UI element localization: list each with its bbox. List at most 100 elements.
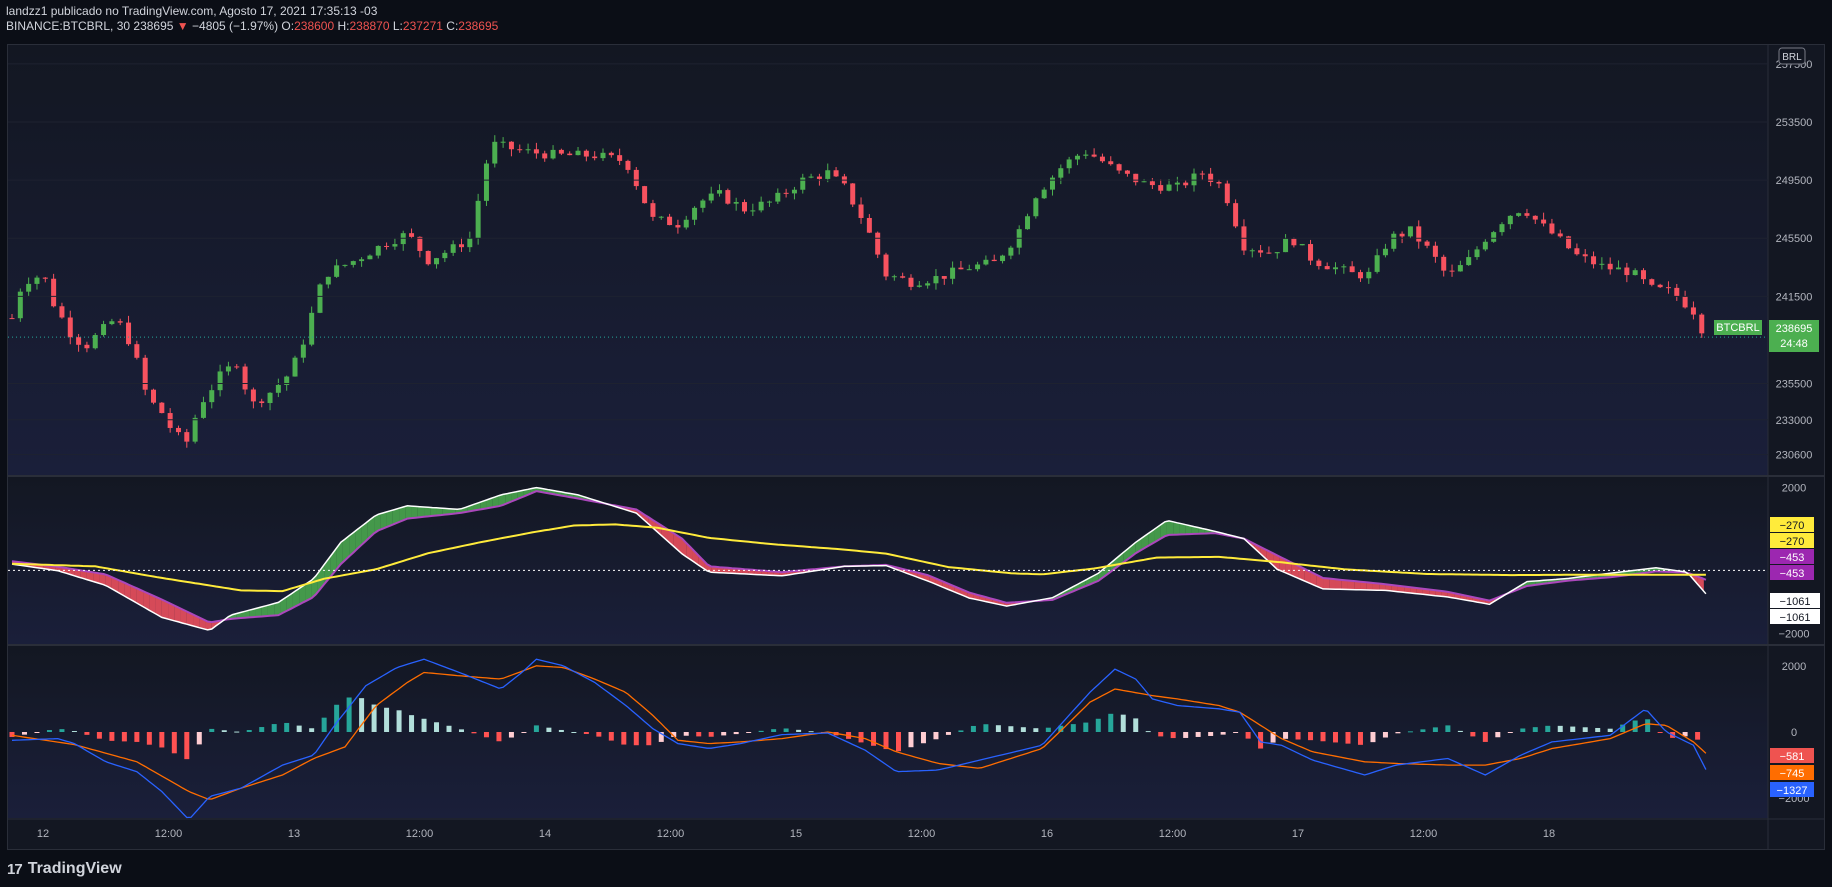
- candle-body: [1083, 154, 1089, 156]
- histogram-bar: [758, 730, 764, 732]
- candle-body: [1224, 183, 1230, 204]
- candle: [292, 355, 298, 377]
- candle-body: [508, 141, 514, 150]
- candle-body: [359, 259, 365, 262]
- candle-body: [1199, 173, 1205, 175]
- candle-body: [384, 245, 390, 247]
- histogram-bar: [209, 728, 215, 732]
- candle-body: [875, 232, 881, 255]
- histogram-bar: [558, 729, 564, 732]
- candle-body: [617, 155, 623, 161]
- candle-body: [808, 176, 814, 178]
- histogram-bar: [970, 725, 976, 732]
- candle-body: [1549, 223, 1555, 234]
- candle-body: [1624, 267, 1630, 276]
- candle-body: [1649, 279, 1655, 285]
- candle-body: [608, 152, 614, 156]
- histogram-bar: [1045, 727, 1051, 732]
- candle-body: [1449, 270, 1455, 272]
- histogram-bar: [1545, 725, 1551, 732]
- candle-body: [1432, 245, 1438, 257]
- tradingview-logo[interactable]: 17 TradingView: [7, 858, 122, 880]
- osc-tag: −270: [1780, 520, 1805, 532]
- candle-body: [575, 150, 581, 156]
- macd-tick-label: 0: [1791, 727, 1797, 739]
- candle-body: [758, 201, 764, 211]
- histogram-bar: [1457, 730, 1463, 732]
- osc-tag: −1061: [1780, 596, 1811, 608]
- histogram-bar: [1320, 732, 1326, 742]
- candle-body: [1682, 296, 1688, 308]
- candle-body: [101, 324, 107, 336]
- candle-body: [991, 259, 997, 262]
- histogram-bar: [1570, 726, 1576, 732]
- macd-tag: −745: [1780, 768, 1805, 780]
- candle-body: [1166, 184, 1172, 191]
- candle-body: [51, 278, 57, 307]
- histogram-bar: [184, 732, 190, 760]
- candle: [192, 414, 198, 444]
- candle-body: [1482, 241, 1488, 250]
- candle-body: [800, 177, 806, 190]
- candle-body: [134, 344, 140, 358]
- candle-body: [975, 264, 981, 270]
- histogram-bar: [1520, 728, 1526, 732]
- close-value: 238695: [458, 19, 499, 33]
- histogram-bar: [1345, 732, 1351, 744]
- candle-body: [409, 233, 415, 237]
- histogram-bar: [1020, 727, 1026, 732]
- candle-body: [1374, 255, 1380, 272]
- symbol-label: BINANCE:BTCBRL, 30: [6, 19, 131, 33]
- candle-body: [667, 216, 673, 226]
- candle-body: [192, 417, 198, 442]
- histogram-bar: [1183, 732, 1189, 738]
- open-label: O:: [281, 19, 295, 33]
- candle: [875, 231, 881, 259]
- histogram-bar: [1133, 718, 1139, 732]
- histogram-bar: [346, 697, 352, 732]
- candle-body: [717, 190, 723, 194]
- macd-tag: −1327: [1777, 785, 1808, 797]
- candle-body: [1149, 181, 1155, 186]
- histogram-bar: [683, 732, 689, 736]
- candle-body: [542, 153, 548, 159]
- histogram-bar: [571, 732, 577, 733]
- price-tag-symbol: BTCBRL: [1716, 322, 1759, 334]
- candle-body: [642, 186, 648, 204]
- price-tick-label: 249500: [1776, 175, 1813, 187]
- histogram-bar: [1420, 729, 1426, 732]
- candle-body: [26, 283, 32, 292]
- candle-body: [1283, 238, 1289, 253]
- candle-body: [225, 366, 231, 372]
- osc-tick-label: 2000: [1782, 483, 1806, 495]
- chart-svg[interactable]: 230600 233000 235500 241500 245500 249500 2535…: [8, 45, 1824, 849]
- histogram-bar: [1095, 718, 1101, 732]
- histogram-bar: [1582, 727, 1588, 732]
- candle: [92, 332, 98, 350]
- histogram-bar: [733, 732, 739, 735]
- candle-body: [1299, 244, 1305, 246]
- price-tick-label: 230600: [1776, 450, 1813, 462]
- histogram-bar: [696, 732, 702, 737]
- currency-badge[interactable]: BRL: [1778, 47, 1806, 65]
- candle-body: [9, 318, 15, 320]
- histogram-bar: [284, 722, 290, 732]
- histogram-bar: [1532, 727, 1538, 732]
- histogram-bar: [596, 732, 602, 737]
- histogram-bar: [1507, 732, 1513, 733]
- candle-body: [367, 255, 373, 260]
- price-tick-label: 235500: [1776, 378, 1813, 390]
- candle-body: [600, 152, 606, 159]
- candle-body: [958, 267, 964, 270]
- candle-body: [1657, 284, 1663, 288]
- candle-body: [625, 160, 631, 170]
- candle-body: [242, 366, 248, 390]
- macd-value-tags: −581 −745 −1327: [1770, 748, 1814, 797]
- macd-tick-label: 2000: [1782, 661, 1806, 673]
- candle-body: [916, 285, 922, 287]
- chart-area[interactable]: 230600 233000 235500 241500 245500 249500 2535…: [7, 44, 1825, 850]
- histogram-bar: [421, 718, 427, 732]
- candle-body: [1074, 155, 1080, 160]
- candle-body: [350, 261, 356, 265]
- histogram-bar: [196, 732, 202, 745]
